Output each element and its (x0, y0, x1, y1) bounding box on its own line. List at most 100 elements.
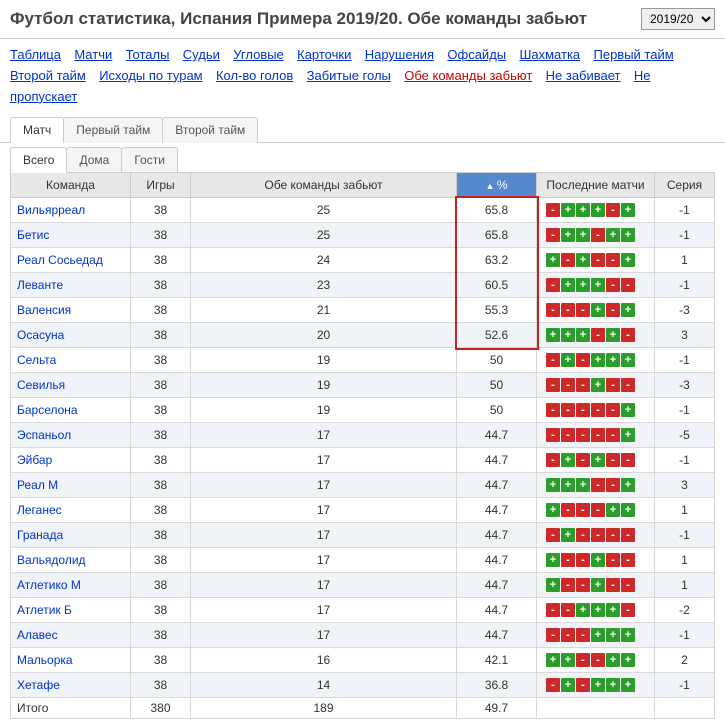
cell-pct: 42.1 (457, 648, 537, 673)
match-result-icon: + (606, 228, 620, 242)
cell-team[interactable]: Вильярреал (11, 198, 131, 223)
col-both[interactable]: Обе команды забьют (191, 173, 457, 198)
tab-tabs1-1[interactable]: Первый тайм (63, 117, 163, 143)
match-result-icon: + (591, 303, 605, 317)
cell-team[interactable]: Атлетико М (11, 573, 131, 598)
season-select[interactable]: 2019/20 (641, 8, 715, 30)
nav-link-3[interactable]: Судьи (183, 47, 220, 62)
match-result-icon: - (591, 253, 605, 267)
cell-games: 38 (131, 198, 191, 223)
cell-recent: --+++- (537, 598, 655, 623)
match-result-icon: + (546, 653, 560, 667)
nav-link-5[interactable]: Карточки (297, 47, 351, 62)
cell-team[interactable]: Алавес (11, 623, 131, 648)
cell-team[interactable]: Эйбар (11, 448, 131, 473)
match-result-icon: - (546, 403, 560, 417)
cell-streak: 3 (655, 323, 715, 348)
match-result-icon: + (561, 478, 575, 492)
match-result-icon: - (591, 428, 605, 442)
match-result-icon: + (621, 428, 635, 442)
cell-recent: +-+--+ (537, 248, 655, 273)
nav-link-2[interactable]: Тоталы (126, 47, 170, 62)
nav-link-8[interactable]: Шахматка (519, 47, 580, 62)
cell-team[interactable]: Атлетик Б (11, 598, 131, 623)
cell-streak: -1 (655, 273, 715, 298)
cell-team[interactable]: Барселона (11, 398, 131, 423)
cell-games: 38 (131, 298, 191, 323)
nav-link-15[interactable]: Не забивает (546, 68, 621, 83)
cell-both: 17 (191, 448, 457, 473)
cell-team[interactable]: Сельта (11, 348, 131, 373)
cell-team[interactable]: Гранада (11, 523, 131, 548)
cell-team[interactable]: Хетафе (11, 673, 131, 698)
nav-link-11[interactable]: Исходы по турам (99, 68, 202, 83)
col-team[interactable]: Команда (11, 173, 131, 198)
table-row: Сельта381950-+-+++-1 (11, 348, 715, 373)
cell-games: 38 (131, 573, 191, 598)
cell-team[interactable]: Реал М (11, 473, 131, 498)
match-result-icon: - (576, 453, 590, 467)
stats-table: Команда Игры Обе команды забьют % Послед… (10, 172, 715, 719)
tab-tabs2-0[interactable]: Всего (10, 147, 67, 173)
col-recent[interactable]: Последние матчи (537, 173, 655, 198)
match-result-icon: + (606, 678, 620, 692)
nav-link-6[interactable]: Нарушения (365, 47, 434, 62)
tab-tabs1-0[interactable]: Матч (10, 117, 64, 143)
nav-link-9[interactable]: Первый тайм (594, 47, 674, 62)
tab-tabs2-2[interactable]: Гости (121, 147, 178, 173)
cell-team[interactable]: Осасуна (11, 323, 131, 348)
match-result-icon: - (621, 378, 635, 392)
table-row: Атлетико М381744.7+--+--1 (11, 573, 715, 598)
cell-streak: -1 (655, 448, 715, 473)
col-games[interactable]: Игры (131, 173, 191, 198)
cell-team: Итого (11, 698, 131, 719)
cell-both: 19 (191, 373, 457, 398)
cell-games: 38 (131, 548, 191, 573)
match-result-icon: - (576, 303, 590, 317)
cell-pct: 44.7 (457, 623, 537, 648)
col-pct[interactable]: % (457, 173, 537, 198)
match-result-icon: - (621, 453, 635, 467)
match-result-icon: + (606, 603, 620, 617)
cell-both: 17 (191, 573, 457, 598)
cell-both: 17 (191, 598, 457, 623)
cell-team[interactable]: Реал Сосьедад (11, 248, 131, 273)
cell-streak: -3 (655, 373, 715, 398)
cell-pct: 63.2 (457, 248, 537, 273)
cell-team[interactable]: Леганес (11, 498, 131, 523)
match-result-icon: + (561, 653, 575, 667)
page-title: Футбол статистика, Испания Примера 2019/… (10, 9, 587, 29)
tabs-period: МатчПервый таймВторой тайм (0, 113, 725, 143)
cell-team[interactable]: Эспаньол (11, 423, 131, 448)
cell-team[interactable]: Вальядолид (11, 548, 131, 573)
nav-link-13[interactable]: Забитые голы (307, 68, 391, 83)
cell-recent (537, 698, 655, 719)
match-result-icon: + (591, 353, 605, 367)
nav-link-10[interactable]: Второй тайм (10, 68, 86, 83)
match-result-icon: + (621, 628, 635, 642)
match-result-icon: - (561, 253, 575, 267)
table-row: Алавес381744.7---+++-1 (11, 623, 715, 648)
nav-link-4[interactable]: Угловые (233, 47, 284, 62)
nav-link-0[interactable]: Таблица (10, 47, 61, 62)
cell-both: 21 (191, 298, 457, 323)
match-result-icon: - (606, 453, 620, 467)
nav-link-12[interactable]: Кол-во голов (216, 68, 293, 83)
col-streak[interactable]: Серия (655, 173, 715, 198)
cell-team[interactable]: Бетис (11, 223, 131, 248)
nav-link-14[interactable]: Обе команды забьют (404, 68, 532, 83)
cell-team[interactable]: Валенсия (11, 298, 131, 323)
tab-tabs2-1[interactable]: Дома (66, 147, 122, 173)
tab-tabs1-2[interactable]: Второй тайм (162, 117, 258, 143)
cell-recent: -+-+++ (537, 673, 655, 698)
table-row: Реал М381744.7+++--+3 (11, 473, 715, 498)
cell-pct: 44.7 (457, 498, 537, 523)
cell-team[interactable]: Севилья (11, 373, 131, 398)
table-row: Леганес381744.7+---++1 (11, 498, 715, 523)
nav-link-7[interactable]: Офсайды (447, 47, 506, 62)
nav-link-1[interactable]: Матчи (74, 47, 112, 62)
cell-team[interactable]: Мальорка (11, 648, 131, 673)
cell-team[interactable]: Леванте (11, 273, 131, 298)
match-result-icon: + (561, 328, 575, 342)
cell-games: 38 (131, 248, 191, 273)
